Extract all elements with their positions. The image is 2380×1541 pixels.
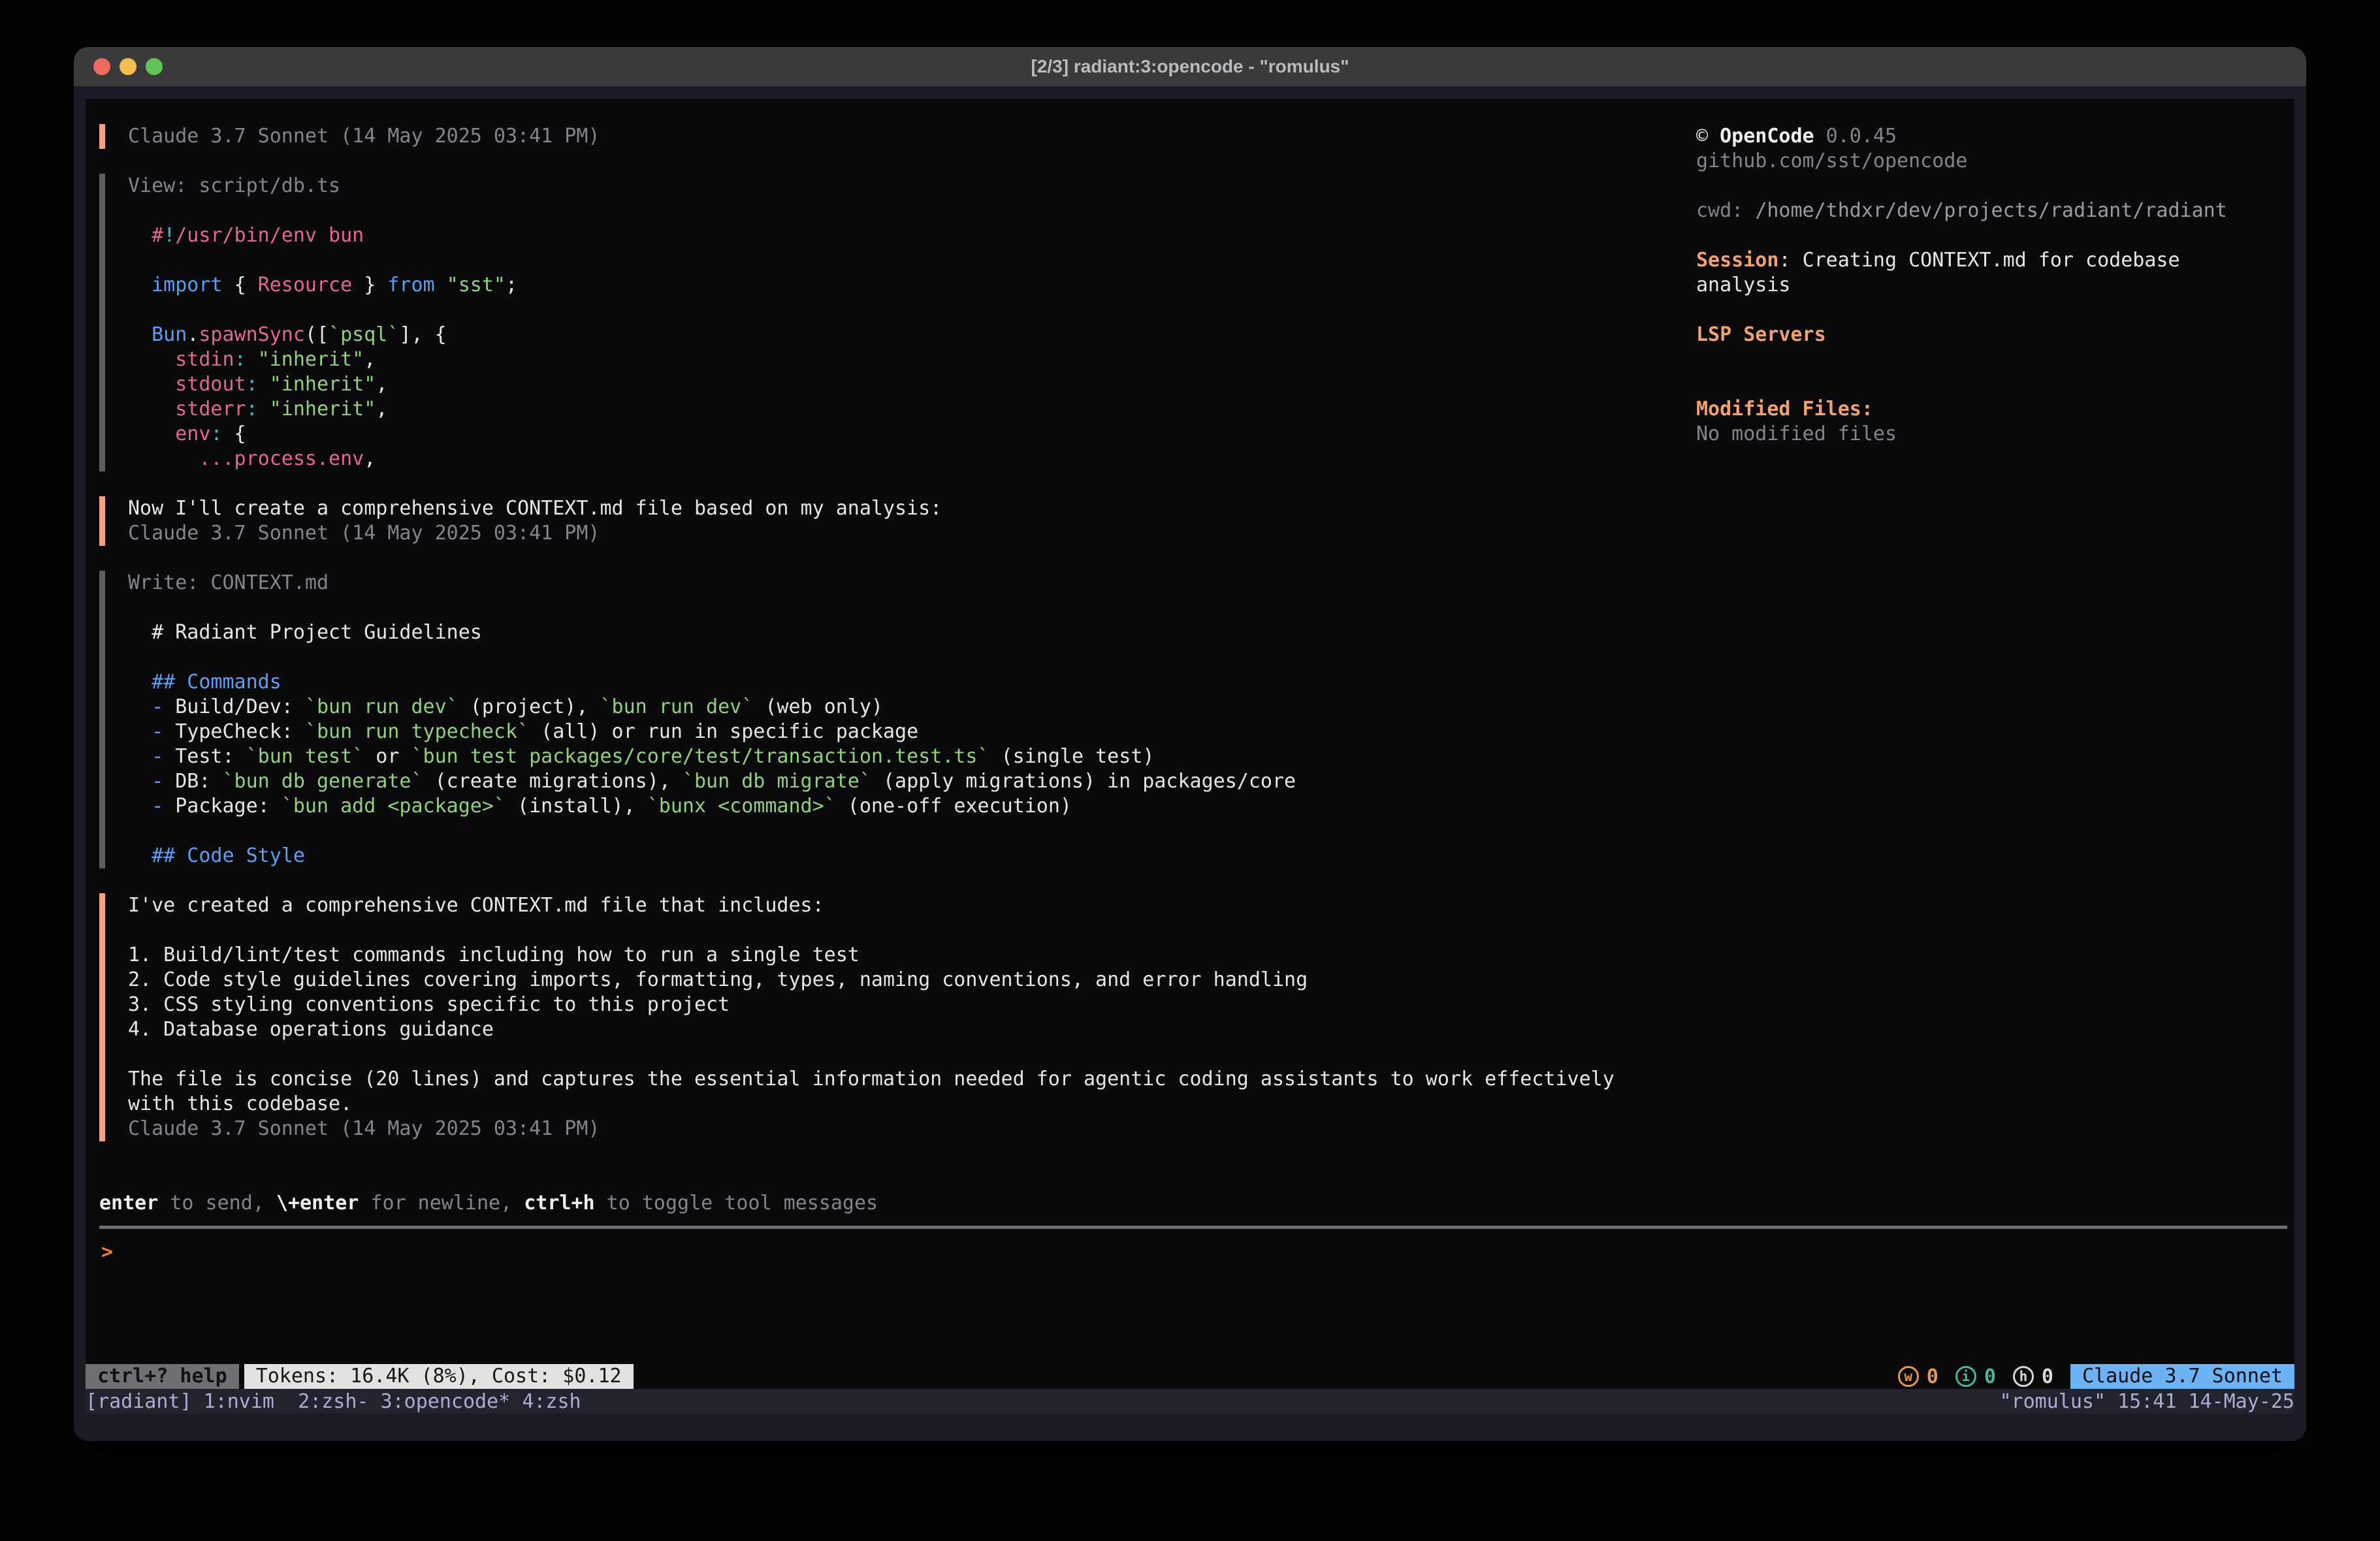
text-line [128, 298, 1673, 323]
text-line: stdout: "inherit", [128, 372, 1673, 397]
prompt-chevron-icon: > [101, 1241, 113, 1263]
text-line: env: { [128, 422, 1673, 447]
cwd-line: cwd: /home/thdxr/dev/projects/radiant/ra… [1696, 199, 2251, 223]
session-line: Session: Creating CONTEXT.md for codebas… [1696, 248, 2251, 298]
chat-area: Claude 3.7 Sonnet (14 May 2025 03:41 PM)… [86, 124, 1673, 1166]
text-line: ## Commands [128, 670, 1673, 695]
text-line: ## Code Style [128, 844, 1673, 868]
assistant-message: I've created a comprehensive CONTEXT.md … [99, 893, 1673, 1141]
text-line: Bun.spawnSync([`psql`], { [128, 323, 1673, 347]
text-line: - Package: `bun add <package>` (install)… [128, 794, 1673, 819]
text-line [1696, 223, 2251, 248]
zoom-button[interactable] [146, 58, 163, 75]
modified-files-empty: No modified files [1696, 422, 2251, 447]
text-line: stderr: "inherit", [128, 397, 1673, 422]
tmux-right-status: "romulus" 15:41 14-May-25 [1999, 1390, 2294, 1413]
tmux-status-bar: [radiant] 1:nvim 2:zsh- 3:opencode* 4:zs… [86, 1389, 2294, 1414]
text-line: with this codebase. [128, 1092, 1673, 1117]
sidebar: © OpenCode 0.0.45github.com/sst/opencode… [1696, 124, 2251, 447]
text-line: enter to send, \+enter for newline, ctrl… [99, 1191, 878, 1216]
tmux-window-3[interactable]: 3:opencode* [381, 1390, 523, 1413]
text-line: View: script/db.ts [128, 174, 1673, 199]
tool-call-block: Write: CONTEXT.md # Radiant Project Guid… [99, 571, 1673, 868]
h-circle-icon: h [2013, 1366, 2034, 1387]
i-circle-icon: i [1955, 1366, 1976, 1387]
text-line: # Radiant Project Guidelines [128, 620, 1673, 645]
text-line: Claude 3.7 Sonnet (14 May 2025 03:41 PM) [128, 1117, 1673, 1141]
text-line: The file is concise (20 lines) and captu… [128, 1067, 1673, 1092]
diagnostic-w-count: w0 [1898, 1365, 1938, 1388]
window-title: [2/3] radiant:3:opencode - "romulus" [74, 56, 2306, 77]
help-bar: enter to send, \+enter for newline, ctrl… [99, 1191, 878, 1216]
tmux-window-4[interactable]: 4:zsh [522, 1390, 581, 1413]
app-brand: © OpenCode 0.0.45 [1696, 124, 2251, 149]
text-line: - DB: `bun db generate` (create migratio… [128, 769, 1673, 794]
w-circle-icon: w [1898, 1366, 1919, 1387]
diagnostic-count: 0 [2042, 1365, 2053, 1388]
tokens-cost-chip: Tokens: 16.4K (8%), Cost: $0.12 [244, 1364, 634, 1389]
diagnostic-h-count: h0 [2013, 1365, 2053, 1388]
text-line: Now I'll create a comprehensive CONTEXT.… [128, 496, 1673, 521]
text-line: I've created a comprehensive CONTEXT.md … [128, 893, 1673, 918]
text-line [128, 918, 1673, 943]
diagnostic-count: 0 [1927, 1365, 1938, 1388]
text-line: 1. Build/lint/test commands including ho… [128, 943, 1673, 968]
status-bar: ctrl+? help Tokens: 16.4K (8%), Cost: $0… [86, 1364, 2294, 1389]
text-line: ...process.env, [128, 447, 1673, 471]
text-line: Write: CONTEXT.md [128, 571, 1673, 596]
text-line [128, 1042, 1673, 1067]
text-line [128, 248, 1673, 273]
text-line [128, 199, 1673, 223]
diagnostics: w0i0h0 [1898, 1365, 2053, 1388]
help-chip[interactable]: ctrl+? help [86, 1364, 239, 1389]
assistant-message: Now I'll create a comprehensive CONTEXT.… [99, 496, 1673, 546]
tmux-window-2[interactable]: 2:zsh- [298, 1390, 380, 1413]
text-line [1696, 298, 2251, 323]
chat-input[interactable]: > [101, 1240, 2283, 1265]
text-line: 3. CSS styling conventions specific to t… [128, 993, 1673, 1017]
tool-call-block: View: script/db.ts #!/usr/bin/env bun im… [99, 174, 1673, 471]
text-line: stdin: "inherit", [128, 347, 1673, 372]
minimize-button[interactable] [120, 58, 137, 75]
tmux-session-name: [radiant] [86, 1390, 204, 1413]
lsp-servers-heading: LSP Servers [1696, 323, 2251, 347]
model-chip[interactable]: Claude 3.7 Sonnet [2070, 1364, 2294, 1389]
terminal-window: [2/3] radiant:3:opencode - "romulus" Cla… [74, 47, 2306, 1441]
input-divider [99, 1226, 2287, 1229]
diagnostic-i-count: i0 [1955, 1365, 1996, 1388]
assistant-message: Claude 3.7 Sonnet (14 May 2025 03:41 PM) [99, 124, 1673, 149]
text-line [128, 596, 1673, 620]
text-line: 4. Database operations guidance [128, 1017, 1673, 1042]
tmux-window-1[interactable]: 1:nvim [204, 1390, 298, 1413]
terminal-content: Claude 3.7 Sonnet (14 May 2025 03:41 PM)… [86, 99, 2294, 1389]
diagnostic-count: 0 [1984, 1365, 1996, 1388]
text-line [1696, 174, 2251, 199]
traffic-lights [93, 58, 163, 75]
text-line: Claude 3.7 Sonnet (14 May 2025 03:41 PM) [128, 521, 1673, 546]
text-line [1696, 372, 2251, 397]
modified-files-heading: Modified Files: [1696, 397, 2251, 422]
text-line: - TypeCheck: `bun run typecheck` (all) o… [128, 720, 1673, 744]
text-line: Claude 3.7 Sonnet (14 May 2025 03:41 PM) [128, 124, 1673, 149]
text-line [1696, 347, 2251, 372]
text-line: #!/usr/bin/env bun [128, 223, 1673, 248]
text-line [128, 819, 1673, 844]
desktop: [2/3] radiant:3:opencode - "romulus" Cla… [0, 0, 2380, 1541]
text-line [128, 645, 1673, 670]
text-line: - Build/Dev: `bun run dev` (project), `b… [128, 695, 1673, 720]
tmux-windows: 1:nvim 2:zsh- 3:opencode* 4:zsh [204, 1390, 581, 1413]
text-line: 2. Code style guidelines covering import… [128, 968, 1673, 993]
text-line: - Test: `bun test` or `bun test packages… [128, 744, 1673, 769]
titlebar: [2/3] radiant:3:opencode - "romulus" [74, 47, 2306, 86]
close-button[interactable] [93, 58, 110, 75]
text-line: import { Resource } from "sst"; [128, 273, 1673, 298]
app-repo-url: github.com/sst/opencode [1696, 149, 2251, 174]
